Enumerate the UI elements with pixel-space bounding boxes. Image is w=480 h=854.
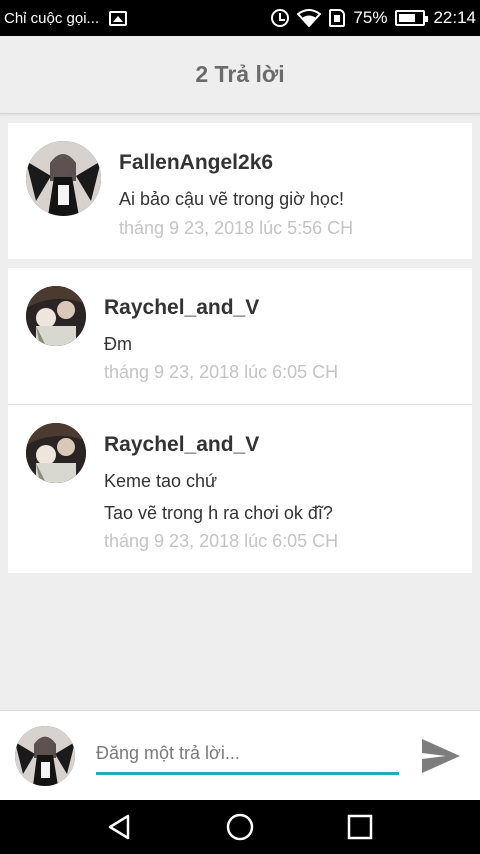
current-user-avatar[interactable] [15, 726, 75, 786]
page-title: 2 Trả lời [195, 61, 285, 87]
home-button[interactable] [220, 807, 260, 847]
recents-icon [347, 814, 373, 840]
send-icon [422, 739, 460, 773]
reply-composer [0, 710, 480, 800]
reply-timestamp: tháng 9 23, 2018 lúc 6:05 CH [104, 362, 339, 382]
avatar[interactable] [26, 286, 86, 346]
original-comment-card: FallenAngel2k6 Ai bảo cậu vẽ trong giờ h… [8, 123, 472, 259]
back-button[interactable] [100, 807, 140, 847]
avatar[interactable] [26, 423, 86, 483]
sim-icon [329, 9, 346, 27]
battery-fill [399, 14, 415, 22]
replies-card: Raychel_and_V Đm tháng 9 23, 2018 lúc 6:… [8, 268, 472, 573]
image-icon [109, 10, 128, 26]
comment-timestamp: tháng 9 23, 2018 lúc 5:56 CH [119, 218, 354, 238]
avatar[interactable] [26, 141, 101, 216]
divider [8, 404, 472, 405]
back-icon [108, 814, 130, 840]
reply-text: Tao vẽ trong h ra chơi ok đĩ? [104, 503, 333, 523]
comment-username[interactable]: FallenAngel2k6 [119, 151, 273, 175]
send-button[interactable] [416, 733, 466, 779]
reply-timestamp: tháng 9 23, 2018 lúc 6:05 CH [104, 531, 339, 551]
app-header: 2 Trả lời [0, 36, 480, 114]
status-bar-left: Chỉ cuộc gọi... [0, 9, 128, 27]
status-bar-right: 75% 22:14 [263, 8, 480, 28]
reply-text: Keme tao chứ [104, 471, 218, 491]
reply-username[interactable]: Raychel_and_V [104, 433, 259, 457]
comment-text: Ai bảo cậu vẽ trong giờ học! [119, 189, 344, 209]
avatar-image [26, 141, 101, 216]
reply-username[interactable]: Raychel_and_V [104, 296, 259, 320]
notification-text: Chỉ cuộc gọi... [4, 9, 100, 27]
reply-text: Đm [104, 334, 132, 354]
system-navigation-bar [0, 800, 480, 854]
avatar-image [15, 726, 75, 786]
alarm-icon [271, 9, 290, 27]
recents-button[interactable] [340, 807, 380, 847]
battery-percent: 75% [353, 8, 388, 27]
clock: 22:14 [433, 8, 476, 27]
avatar-image [26, 286, 86, 346]
reply-input[interactable] [96, 739, 399, 775]
wifi-icon [297, 9, 322, 27]
status-bar: Chỉ cuộc gọi... 75% 22:14 [0, 0, 480, 36]
avatar-image [26, 423, 86, 483]
battery-icon [395, 10, 429, 26]
home-icon [226, 813, 254, 841]
